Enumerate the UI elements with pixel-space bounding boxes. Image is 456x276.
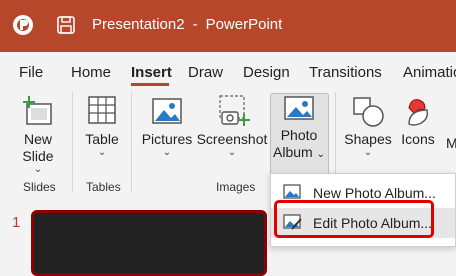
ribbon-tabs: File Home Insert Draw Design Transitions…: [0, 52, 456, 88]
chevron-down-icon: ⌄: [162, 147, 172, 158]
new-slide-label-1: New: [23, 131, 52, 147]
chevron-down-icon: ⌄: [227, 147, 237, 158]
tab-draw[interactable]: Draw: [188, 64, 223, 81]
shapes-icon: [353, 97, 384, 127]
screenshot-button[interactable]: Screenshot ⌄: [196, 94, 268, 158]
screenshot-label: Screenshot: [196, 131, 268, 147]
group-label-tables: Tables: [86, 180, 121, 194]
pictures-icon: [152, 98, 182, 124]
new-slide-label-2: Slide: [22, 148, 54, 164]
new-slide-icon: [23, 96, 52, 125]
group-label-images: Images: [216, 180, 256, 194]
screenshot-icon: [219, 95, 250, 126]
tab-file[interactable]: File: [19, 64, 43, 81]
table-icon: [88, 96, 116, 124]
chevron-down-icon: ⌄: [97, 147, 107, 158]
chevron-down-icon: ⌄: [316, 149, 325, 160]
window-title: Presentation2- PowerPoint: [92, 16, 282, 33]
tab-design[interactable]: Design: [243, 64, 290, 81]
photo-album-label-2: Album ⌄: [272, 144, 326, 163]
tab-transitions[interactable]: Transitions: [309, 64, 382, 81]
cut-off-label: M: [446, 135, 456, 151]
group-divider: [72, 92, 73, 192]
chevron-down-icon: ⌄: [363, 147, 373, 158]
shapes-button[interactable]: Shapes ⌄: [342, 94, 394, 158]
slide-thumbnail[interactable]: [31, 210, 267, 276]
menu-item-label: New Photo Album...: [313, 185, 436, 201]
chevron-down-icon: ⌄: [33, 164, 43, 175]
group-label-slides: Slides: [23, 180, 56, 194]
pictures-label: Pictures: [141, 131, 193, 147]
icons-icon: [408, 99, 429, 126]
document-name: Presentation2: [92, 16, 185, 33]
save-icon[interactable]: [56, 15, 76, 40]
photo-album-label-2-text: Album: [273, 144, 313, 160]
highlight-callout: [274, 200, 434, 238]
icons-label: Icons: [401, 131, 435, 147]
slide-number: 1: [12, 214, 21, 231]
icons-button[interactable]: Icons: [398, 94, 438, 148]
active-tab-indicator: [131, 83, 169, 86]
title-separator: -: [192, 16, 198, 33]
new-slide-button[interactable]: New Slide ⌄: [14, 94, 62, 175]
title-bar: Presentation2- PowerPoint: [0, 0, 456, 52]
photo-album-label-1: Photo: [280, 127, 318, 143]
photo-album-button[interactable]: Photo Album ⌄: [272, 94, 326, 163]
group-divider: [131, 92, 132, 192]
tab-home[interactable]: Home: [71, 64, 111, 81]
tab-insert[interactable]: Insert: [131, 64, 172, 81]
shapes-label: Shapes: [344, 131, 392, 147]
table-button[interactable]: Table ⌄: [80, 94, 124, 158]
photo-album-icon: [284, 96, 314, 120]
pictures-button[interactable]: Pictures ⌄: [140, 94, 194, 158]
table-label: Table: [85, 131, 119, 147]
powerpoint-logo-icon: [12, 14, 34, 41]
tab-animations[interactable]: Animatio: [403, 64, 456, 81]
app-name: PowerPoint: [205, 16, 283, 33]
